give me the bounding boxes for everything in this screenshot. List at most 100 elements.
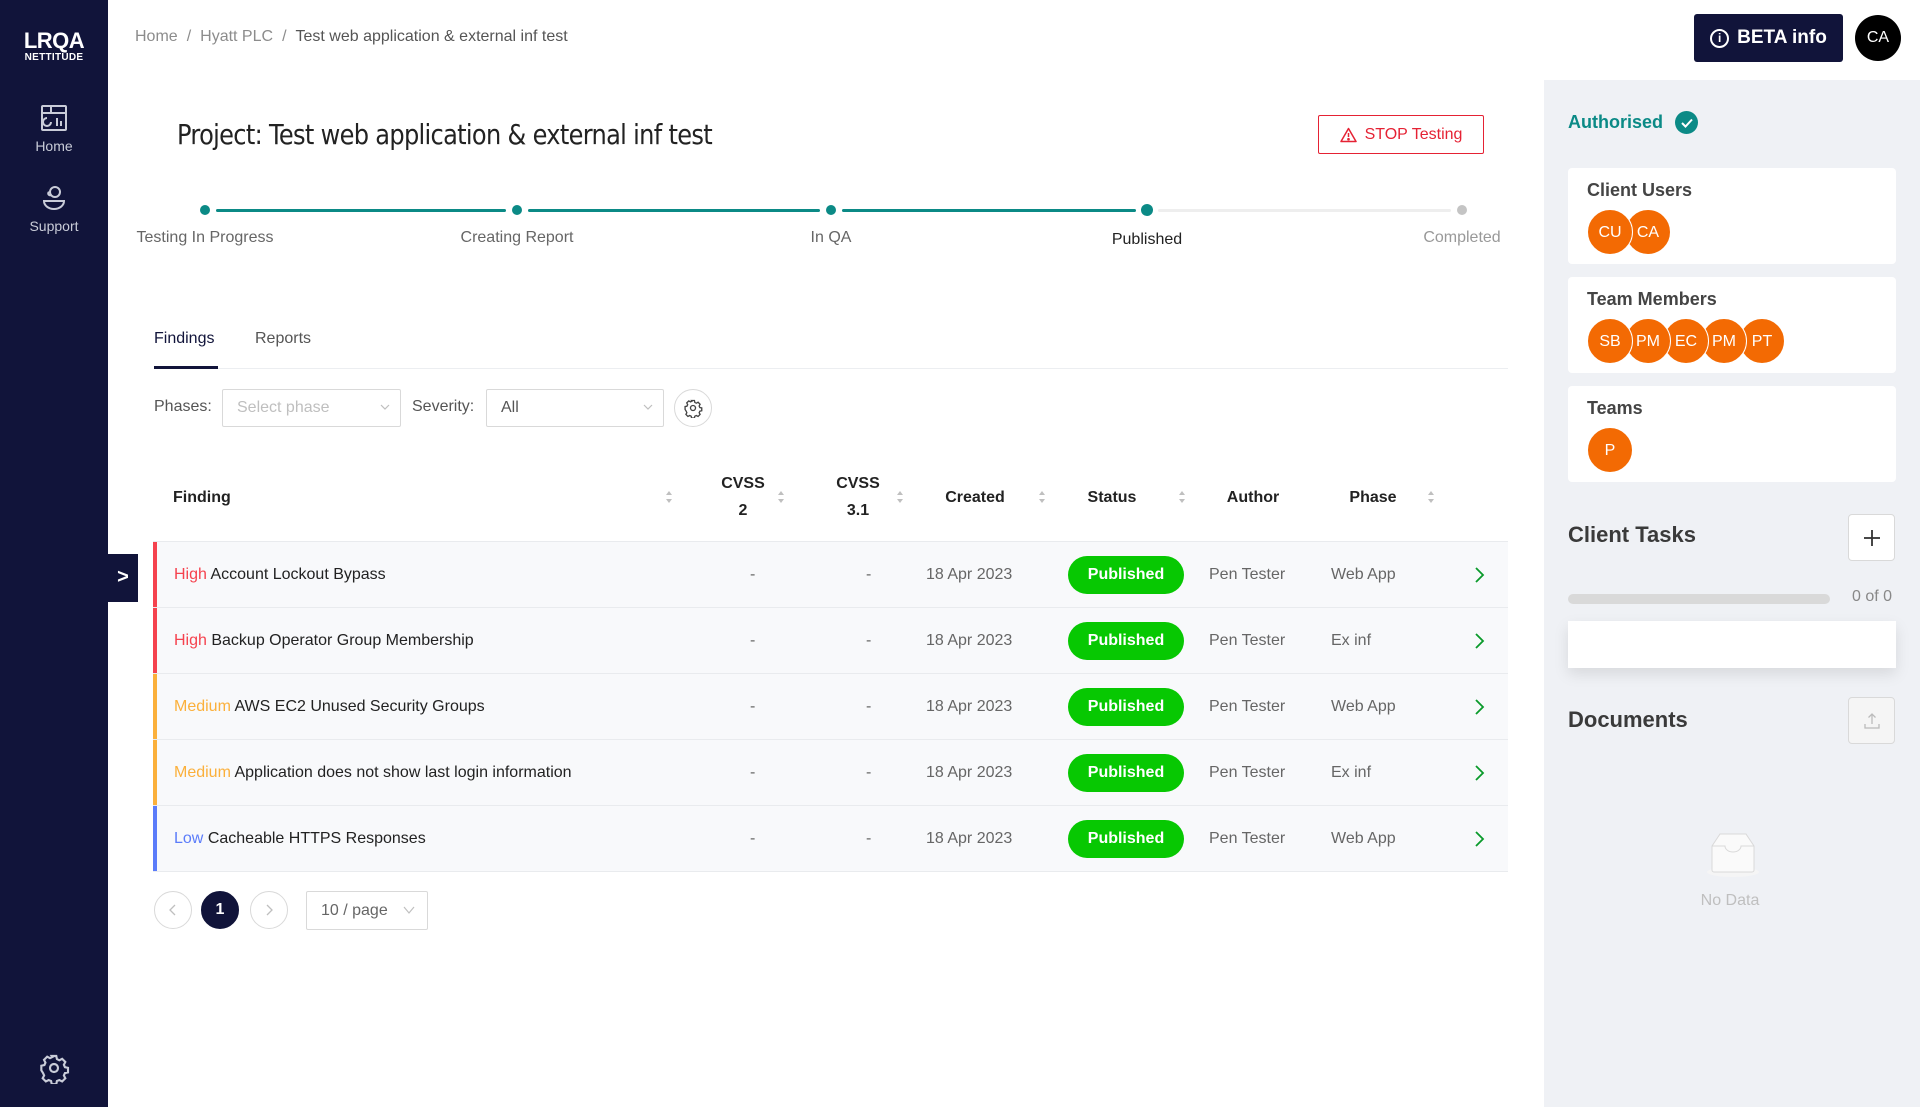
created-cell: 18 Apr 2023	[926, 566, 1013, 583]
column-header-cvss2-line2: 2	[738, 502, 748, 519]
avatar[interactable]: SB	[1587, 318, 1633, 364]
severity-select[interactable]: All	[486, 389, 664, 427]
breadcrumb: Home / Hyatt PLC / Test web application & ex…	[135, 28, 568, 46]
chevron-right-icon[interactable]	[1472, 764, 1486, 782]
table-row[interactable]: High Account Lockout Bypass - - 18 Apr 2023…	[153, 542, 1508, 608]
severity-label: Severity:	[412, 398, 475, 415]
stepper-dot	[1457, 205, 1467, 215]
breadcrumb-separator: /	[186, 28, 192, 45]
status-badge: Published	[1068, 688, 1184, 726]
sidebar-item-home[interactable]: Home	[0, 104, 108, 154]
tab-divider	[154, 368, 1508, 369]
finding-cell: High Backup Operator Group Membership	[174, 608, 474, 673]
beta-info-button[interactable]: i BETA info	[1694, 14, 1843, 62]
status-badge: Published	[1068, 622, 1184, 660]
cvss2-cell: -	[750, 632, 756, 649]
client-users-title: Client Users	[1587, 180, 1693, 200]
phase-cell: Ex inf	[1331, 632, 1372, 649]
chevron-down-icon	[380, 404, 390, 410]
author-cell: Pen Tester	[1209, 566, 1286, 583]
support-agent-icon	[42, 186, 66, 210]
column-settings-button[interactable]	[674, 389, 712, 427]
chevron-right-icon[interactable]	[1472, 566, 1486, 584]
page-number-button[interactable]: 1	[201, 891, 239, 929]
sort-icon[interactable]	[1178, 490, 1186, 504]
table-row[interactable]: Low Cacheable HTTPS Responses - - 18 Apr 20…	[153, 806, 1508, 872]
column-header-cvss2[interactable]: CVSS 2	[712, 470, 774, 524]
sort-icon[interactable]	[665, 490, 673, 504]
breadcrumb-home[interactable]: Home	[135, 28, 178, 45]
cvss31-cell: -	[866, 632, 872, 649]
tasks-progress-bar	[1568, 594, 1830, 604]
created-cell: 18 Apr 2023	[926, 632, 1013, 649]
breadcrumb-client[interactable]: Hyatt PLC	[200, 28, 273, 45]
stepper-label: In QA	[810, 229, 852, 246]
sort-icon[interactable]	[1427, 490, 1435, 504]
tab-reports[interactable]: Reports	[255, 330, 311, 348]
sort-icon[interactable]	[777, 490, 785, 504]
column-header-author: Author	[1226, 489, 1280, 506]
status-badge: Published	[1068, 754, 1184, 792]
chevron-down-icon	[403, 906, 415, 914]
team-members-title: Team Members	[1587, 289, 1717, 309]
stepper-dot	[826, 205, 836, 215]
gear-icon[interactable]	[38, 1052, 70, 1084]
phase-cell: Web App	[1331, 830, 1396, 847]
column-header-phase[interactable]: Phase	[1338, 484, 1408, 511]
column-header-cvss31[interactable]: CVSS 3.1	[827, 470, 889, 524]
cvss31-cell: -	[866, 830, 872, 847]
stepper-connector	[216, 209, 506, 212]
author-cell: Pen Tester	[1209, 632, 1286, 649]
stepper-connector	[1158, 209, 1451, 212]
created-cell: 18 Apr 2023	[926, 764, 1013, 781]
chevron-right-icon[interactable]	[1472, 698, 1486, 716]
empty-inbox-icon	[1707, 833, 1759, 877]
user-avatar[interactable]: CA	[1855, 15, 1901, 61]
phases-select[interactable]: Select phase	[222, 389, 401, 427]
avatar[interactable]: P	[1587, 427, 1633, 473]
authorised-status: Authorised	[1568, 111, 1699, 134]
sort-icon[interactable]	[896, 490, 904, 504]
dashboard-icon	[41, 105, 67, 131]
sidebar-item-support[interactable]: Support	[0, 184, 108, 234]
column-header-finding[interactable]: Finding	[173, 484, 231, 511]
client-tasks-title: Client Tasks	[1568, 522, 1696, 547]
logo-wordmark: LRQA	[23, 28, 85, 53]
phase-cell: Web App	[1331, 566, 1396, 583]
finding-cell: Medium Application does not show last lo…	[174, 740, 572, 805]
finding-title: Cacheable HTTPS Responses	[207, 830, 426, 847]
previous-page-button[interactable]	[154, 891, 192, 929]
next-page-button[interactable]	[250, 891, 288, 929]
author-cell: Pen Tester	[1209, 698, 1286, 715]
table-row[interactable]: High Backup Operator Group Membership - - 1…	[153, 608, 1508, 674]
stop-testing-button[interactable]: STOP Testing	[1318, 115, 1484, 154]
column-header-created[interactable]: Created	[935, 484, 1015, 511]
chevron-right-icon[interactable]	[1472, 830, 1486, 848]
column-header-status[interactable]: Status	[1077, 484, 1147, 511]
sort-icon[interactable]	[1038, 490, 1046, 504]
author-cell: Pen Tester	[1209, 764, 1286, 781]
severity-label: High	[174, 632, 207, 649]
table-row[interactable]: Medium Application does not show last lo…	[153, 740, 1508, 806]
documents-title: Documents	[1568, 707, 1688, 732]
table-row[interactable]: Medium AWS EC2 Unused Security Groups - - 1…	[153, 674, 1508, 740]
sidebar-toggle-button[interactable]: >	[108, 554, 138, 602]
add-task-button[interactable]	[1848, 514, 1895, 561]
info-icon: i	[1710, 28, 1730, 48]
chevron-down-icon	[643, 404, 653, 410]
active-tab-indicator	[154, 366, 218, 369]
logo[interactable]: LRQA NETTITUDE	[0, 30, 108, 64]
page-size-select[interactable]: 10 / page	[306, 891, 428, 930]
teams-title: Teams	[1587, 398, 1643, 418]
chevron-right-icon[interactable]	[1472, 632, 1486, 650]
tab-findings[interactable]: Findings	[154, 330, 214, 348]
upload-document-button[interactable]	[1848, 697, 1895, 744]
severity-indicator	[153, 740, 157, 805]
severity-indicator	[153, 542, 157, 607]
teams-avatars: P	[1587, 427, 1633, 473]
gear-icon	[684, 399, 703, 418]
avatar[interactable]: CU	[1587, 209, 1633, 255]
no-data-text: No Data	[1700, 892, 1760, 909]
column-header-cvss31-line2: 3.1	[846, 502, 870, 519]
tasks-progress-text: 0 of 0	[1852, 588, 1893, 605]
